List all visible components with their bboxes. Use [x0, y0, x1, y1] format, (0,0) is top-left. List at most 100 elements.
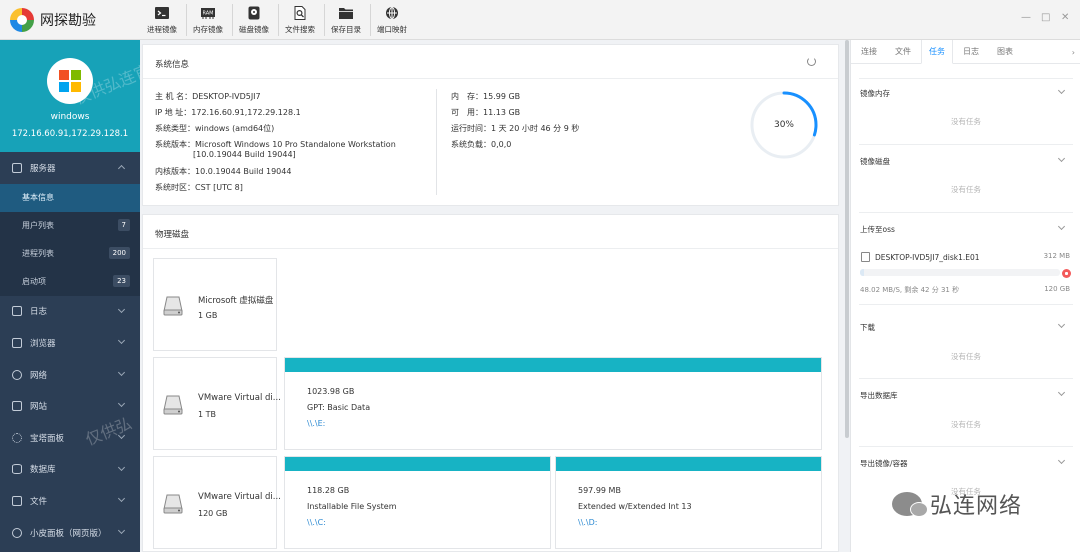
avatar	[47, 58, 93, 104]
section-title: 上传至oss	[860, 225, 895, 234]
sidebar-item-label: 小皮面板（网页版）	[30, 528, 107, 539]
toolbar-file-search-button[interactable]: 文件搜索	[278, 6, 322, 38]
chevron-right-icon[interactable]: ›	[1072, 48, 1075, 57]
partition-path-link[interactable]: \\.\C:	[307, 518, 326, 527]
chevron-down-icon[interactable]	[1057, 222, 1066, 231]
disk-name: VMware Virtual di...	[198, 492, 281, 502]
main-scrollbar[interactable]	[845, 40, 849, 438]
sidebar-item-label: 浏览器	[30, 338, 56, 349]
hard-disk-icon	[163, 296, 183, 316]
toolbar-label: 端口映射	[377, 25, 407, 34]
chevron-up-icon	[117, 164, 126, 173]
partition-card[interactable]: 597.99 MB Extended w/Extended Int 13 \\.…	[555, 456, 822, 549]
physical-disk-card: 物理磁盘 Microsoft 虚拟磁盘 1 GB VMware Virtual …	[142, 214, 839, 552]
disk-card[interactable]: VMware Virtual di... 120 GB	[153, 456, 281, 549]
tab-connections[interactable]: 连接	[853, 40, 885, 64]
tab-logs[interactable]: 日志	[955, 40, 987, 64]
host-os-name: windows	[50, 112, 90, 122]
chevron-down-icon	[117, 337, 126, 345]
partition-path-link[interactable]: \\.\E:	[307, 419, 325, 428]
divider	[143, 78, 838, 79]
disk-size: 1 TB	[198, 410, 217, 419]
info-row: 系统类型：windows (amd64位)	[155, 124, 275, 133]
disk-image-icon	[248, 6, 260, 20]
maximize-button[interactable]: □	[1041, 12, 1050, 23]
divider	[859, 78, 1073, 79]
toolbar-memory-image-button[interactable]: RAM 内存镜像	[186, 6, 230, 38]
chevron-down-icon[interactable]	[1057, 456, 1066, 465]
chevron-down-icon[interactable]	[1057, 86, 1066, 95]
toolbar-label: 内存镜像	[193, 25, 223, 34]
main-content: 系统信息 主 机 名：DESKTOP-IVD5JI7 IP 地 址：172.16…	[140, 40, 846, 552]
chevron-down-icon[interactable]	[1057, 388, 1066, 397]
partition-card[interactable]: 1023.98 GB GPT: Basic Data \\.\E:	[284, 357, 822, 450]
toolbar-process-image-button[interactable]: 进程镜像	[140, 6, 184, 38]
gauge-label: 30%	[773, 120, 794, 130]
sidebar-subitem-users[interactable]: 用户列表 7	[0, 211, 140, 240]
sidebar-item-xp-panel[interactable]: 小皮面板（网页版）	[0, 517, 140, 549]
app-title: 网探勘验	[40, 13, 96, 29]
sidebar-item-label: 宝塔面板	[30, 433, 65, 444]
chevron-down-icon[interactable]	[1057, 154, 1066, 163]
info-row-continued: [10.0.19044 Build 19044]	[193, 150, 296, 159]
tab-charts[interactable]: 图表	[989, 40, 1021, 64]
chevron-down-icon[interactable]	[1057, 320, 1066, 329]
sidebar-subitem-label: 用户列表	[22, 221, 54, 231]
sidebar: 仅供弘连官方使用 windows 172.16.60.91,172.29.128…	[0, 40, 140, 552]
partition-bar	[285, 358, 821, 372]
divider	[859, 144, 1073, 145]
minimize-button[interactable]: —	[1021, 12, 1031, 23]
sidebar-item-files[interactable]: 文件	[0, 485, 140, 517]
chevron-down-icon	[117, 305, 126, 313]
sidebar-item-server[interactable]: 服务器	[0, 152, 140, 184]
partition-path-link[interactable]: \\.\D:	[578, 518, 597, 527]
brand-watermark: 弘连网络	[892, 488, 1022, 520]
ram-icon: RAM	[201, 8, 215, 19]
network-icon	[12, 369, 22, 380]
tab-files[interactable]: 文件	[887, 40, 919, 64]
divider	[859, 446, 1073, 447]
divider	[859, 304, 1073, 305]
log-icon	[12, 306, 22, 317]
section-title: 导出数据库	[860, 391, 898, 400]
section-title: 系统信息	[155, 60, 190, 70]
sidebar-item-database[interactable]: 数据库	[0, 454, 140, 486]
sidebar-subitem-label: 基本信息	[22, 193, 54, 203]
sidebar-subitem-processes[interactable]: 进程列表 200	[0, 239, 140, 268]
count-badge: 200	[108, 246, 130, 259]
divider	[143, 248, 838, 249]
divider	[859, 378, 1073, 379]
disk-card[interactable]: Microsoft 虚拟磁盘 1 GB	[153, 258, 277, 351]
info-row: 内核版本：10.0.19044 Build 19044	[155, 167, 292, 176]
database-icon	[12, 464, 22, 475]
toolbar-port-map-button[interactable]: 端口映射	[370, 6, 414, 38]
sidebar-item-label: 日志	[30, 307, 48, 318]
toolbar-disk-image-button[interactable]: 磁盘镜像	[232, 6, 276, 38]
disk-size: 120 GB	[198, 509, 228, 518]
partition-size: 118.28 GB	[307, 486, 350, 495]
sidebar-item-browser[interactable]: 浏览器	[0, 327, 140, 359]
disk-card[interactable]: VMware Virtual di... 1 TB	[153, 357, 281, 450]
app-logo-icon	[10, 8, 34, 32]
svg-text:RAM: RAM	[202, 11, 213, 17]
partition-card[interactable]: 118.28 GB Installable File System \\.\C:	[284, 456, 551, 549]
cancel-upload-button[interactable]	[1062, 269, 1071, 278]
file-icon	[861, 252, 870, 262]
partition-size: 597.99 MB	[578, 486, 621, 495]
refresh-icon[interactable]	[807, 57, 816, 66]
toolbar-save-dir-button[interactable]: 保存目录	[324, 6, 368, 38]
chevron-down-icon	[117, 526, 126, 534]
info-row: 内 存：15.99 GB	[451, 92, 521, 101]
sidebar-subitem-label: 启动项	[22, 277, 46, 287]
tab-tasks[interactable]: 任务	[921, 40, 953, 64]
sidebar-subitem-startup[interactable]: 启动项 23	[0, 267, 140, 296]
sidebar-item-logs[interactable]: 日志	[0, 296, 140, 328]
toolbar-label: 进程镜像	[147, 25, 177, 34]
sidebar-subitem-basic-info[interactable]: 基本信息	[0, 183, 140, 212]
close-button[interactable]: ✕	[1061, 12, 1069, 23]
sidebar-item-network[interactable]: 网络	[0, 359, 140, 391]
info-row: 可 用：11.13 GB	[451, 108, 521, 117]
profile-card: 仅供弘连官方使用 windows 172.16.60.91,172.29.128…	[0, 40, 140, 152]
empty-state: 没有任务	[951, 420, 981, 429]
sidebar-nav: 服务器 基本信息 用户列表 7 进程列表 200 启动项 23 日志 浏览器 网络 网…	[0, 152, 140, 548]
